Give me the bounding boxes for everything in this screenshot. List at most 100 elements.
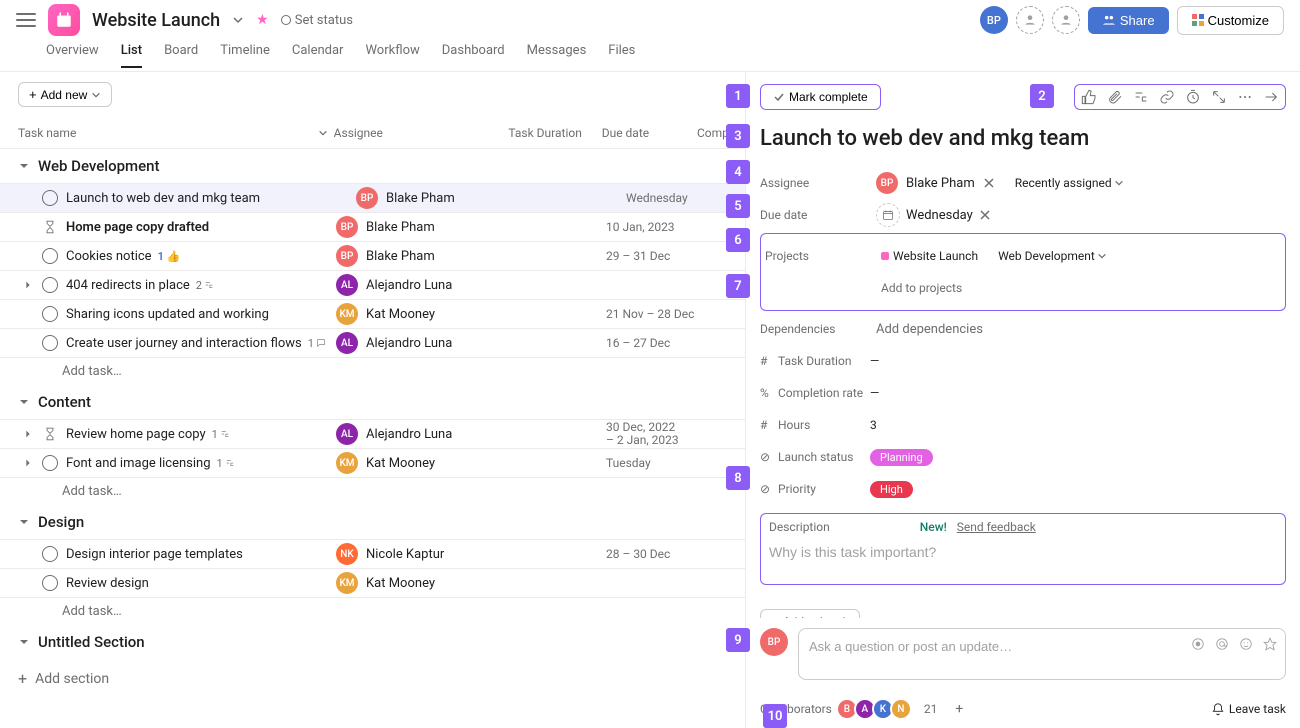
assignee-cell[interactable]: ALAlejandro Luna bbox=[336, 274, 512, 296]
task-row[interactable]: Review home page copy1 ALAlejandro Luna3… bbox=[0, 419, 745, 448]
emoji-icon[interactable] bbox=[1239, 637, 1253, 651]
task-row[interactable]: Font and image licensing1 KMKat MooneyTu… bbox=[0, 448, 745, 477]
add-collaborator-button[interactable]: + bbox=[949, 699, 969, 719]
tab-workflow[interactable]: Workflow bbox=[365, 43, 419, 68]
custom-field-row[interactable]: #Task Duration— bbox=[760, 345, 1286, 377]
send-feedback-link[interactable]: Send feedback bbox=[957, 520, 1036, 534]
hamburger-icon[interactable] bbox=[16, 13, 36, 27]
section-header[interactable]: Design bbox=[0, 505, 745, 539]
task-row[interactable]: Launch to web dev and mkg teamBPBlake Ph… bbox=[0, 183, 745, 212]
add-subtask-button[interactable]: + Add subtask bbox=[760, 609, 860, 618]
check-circle-icon[interactable] bbox=[42, 546, 58, 562]
task-row[interactable]: Create user journey and interaction flow… bbox=[0, 328, 745, 357]
assignee-cell[interactable]: KMKat Mooney bbox=[336, 452, 512, 474]
custom-field-row[interactable]: #Hours3 bbox=[760, 409, 1286, 441]
section-header[interactable]: Web Development bbox=[0, 149, 745, 183]
task-row[interactable]: 404 redirects in place2 ALAlejandro Luna bbox=[0, 270, 745, 299]
tab-messages[interactable]: Messages bbox=[527, 43, 587, 68]
due-date-cell[interactable]: 16 – 27 Dec bbox=[606, 336, 702, 350]
assignee-cell[interactable]: ALAlejandro Luna bbox=[336, 423, 512, 445]
collaborator-avatars[interactable]: B A K N bbox=[840, 698, 912, 720]
add-member-avatar[interactable] bbox=[1016, 6, 1044, 34]
due-date-cell[interactable]: 30 Dec, 2022– 2 Jan, 2023 bbox=[606, 421, 702, 447]
close-panel-icon[interactable] bbox=[1263, 89, 1279, 105]
col-duedate[interactable]: Due date bbox=[602, 126, 697, 140]
custom-field-row[interactable]: ⊘Launch statusPlanning bbox=[760, 441, 1286, 473]
col-task-name[interactable]: Task name bbox=[18, 126, 76, 140]
add-new-button[interactable]: + Add new bbox=[18, 82, 112, 107]
add-member-avatar[interactable] bbox=[1052, 6, 1080, 34]
assignee-cell[interactable]: NKNicole Kaptur bbox=[336, 543, 512, 565]
expand-icon[interactable] bbox=[23, 458, 33, 468]
tab-board[interactable]: Board bbox=[164, 43, 198, 68]
tab-calendar[interactable]: Calendar bbox=[292, 43, 344, 68]
assignee-cell[interactable]: BPBlake Pham bbox=[356, 187, 532, 209]
assignee-cell[interactable]: KMKat Mooney bbox=[336, 303, 512, 325]
chevron-down-icon[interactable] bbox=[232, 14, 244, 26]
leave-task-button[interactable]: Leave task bbox=[1211, 702, 1286, 716]
due-date-cell[interactable]: 10 Jan, 2023 bbox=[606, 220, 702, 234]
project-icon[interactable] bbox=[48, 4, 80, 36]
custom-field-row[interactable]: %Completion rate— bbox=[760, 377, 1286, 409]
task-row[interactable]: Cookies notice1 👍BPBlake Pham29 – 31 Dec bbox=[0, 241, 745, 270]
attachment-icon[interactable] bbox=[1107, 89, 1123, 105]
expand-icon[interactable] bbox=[23, 429, 33, 439]
fullscreen-icon[interactable] bbox=[1211, 89, 1227, 105]
timer-icon[interactable] bbox=[1185, 89, 1201, 105]
star-icon[interactable]: ★ bbox=[256, 12, 269, 28]
check-circle-icon[interactable] bbox=[42, 335, 58, 351]
subtask-icon[interactable] bbox=[1133, 89, 1149, 105]
section-header[interactable]: Untitled Section bbox=[0, 625, 745, 659]
comment-box[interactable] bbox=[798, 628, 1286, 680]
add-to-projects-button[interactable]: Add to projects bbox=[881, 281, 962, 295]
section-header[interactable]: Content bbox=[0, 385, 745, 419]
due-date-cell[interactable]: 29 – 31 Dec bbox=[606, 249, 702, 263]
assignee-cell[interactable]: KMKat Mooney bbox=[336, 572, 512, 594]
add-task-button[interactable]: Add task… bbox=[0, 477, 745, 505]
check-circle-icon[interactable] bbox=[42, 277, 58, 293]
add-task-button[interactable]: Add task… bbox=[0, 357, 745, 385]
user-avatar[interactable]: BP bbox=[980, 6, 1008, 34]
remove-assignee-icon[interactable] bbox=[983, 177, 995, 189]
assignee-cell[interactable]: ALAlejandro Luna bbox=[336, 332, 512, 354]
share-button[interactable]: Share bbox=[1088, 7, 1169, 34]
tab-timeline[interactable]: Timeline bbox=[220, 43, 270, 68]
due-date-cell[interactable]: Tuesday bbox=[606, 456, 702, 470]
project-chip[interactable]: Website Launch bbox=[881, 249, 978, 263]
project-title[interactable]: Website Launch bbox=[92, 10, 220, 31]
due-date-cell[interactable]: 28 – 30 Dec bbox=[606, 547, 702, 561]
check-circle-icon[interactable] bbox=[42, 455, 58, 471]
star-outline-icon[interactable] bbox=[1263, 637, 1277, 651]
due-date-value[interactable]: Wednesday bbox=[906, 208, 973, 223]
add-task-button[interactable]: Add task… bbox=[0, 597, 745, 625]
tab-overview[interactable]: Overview bbox=[46, 43, 99, 68]
custom-field-row[interactable]: ⊘PriorityHigh bbox=[760, 473, 1286, 505]
task-row[interactable]: Review designKMKat Mooney bbox=[0, 568, 745, 597]
task-row[interactable]: Design interior page templatesNKNicole K… bbox=[0, 539, 745, 568]
tab-files[interactable]: Files bbox=[608, 43, 635, 68]
col-duration[interactable]: Task Duration bbox=[508, 126, 601, 140]
recently-assigned-dropdown[interactable]: Recently assigned bbox=[1015, 176, 1124, 190]
assignee-cell[interactable]: BPBlake Pham bbox=[336, 245, 512, 267]
task-row[interactable]: Home page copy draftedBPBlake Pham10 Jan… bbox=[0, 212, 745, 241]
customize-button[interactable]: Customize bbox=[1177, 6, 1284, 35]
assignee-avatar[interactable]: BP bbox=[876, 172, 898, 194]
add-section-button[interactable]: + Add section bbox=[0, 659, 745, 698]
check-circle-icon[interactable] bbox=[42, 575, 58, 591]
mention-icon[interactable] bbox=[1215, 637, 1229, 651]
check-circle-icon[interactable] bbox=[42, 248, 58, 264]
tab-dashboard[interactable]: Dashboard bbox=[442, 43, 505, 68]
task-detail-title[interactable]: Launch to web dev and mkg team bbox=[760, 126, 1286, 151]
remove-date-icon[interactable] bbox=[979, 209, 991, 221]
col-assignee[interactable]: Assignee bbox=[334, 126, 509, 140]
thumbs-up-icon[interactable] bbox=[1081, 89, 1097, 105]
project-section-dropdown[interactable]: Web Development bbox=[998, 249, 1107, 263]
due-date-cell[interactable]: 21 Nov – 28 Dec bbox=[606, 307, 702, 321]
due-date-cell[interactable]: Wednesday bbox=[626, 191, 722, 205]
more-icon[interactable] bbox=[1237, 89, 1253, 105]
expand-icon[interactable] bbox=[23, 280, 33, 290]
mark-complete-button[interactable]: Mark complete bbox=[760, 84, 881, 110]
check-circle-icon[interactable] bbox=[42, 190, 58, 206]
check-circle-icon[interactable] bbox=[42, 306, 58, 322]
record-icon[interactable] bbox=[1191, 637, 1205, 651]
